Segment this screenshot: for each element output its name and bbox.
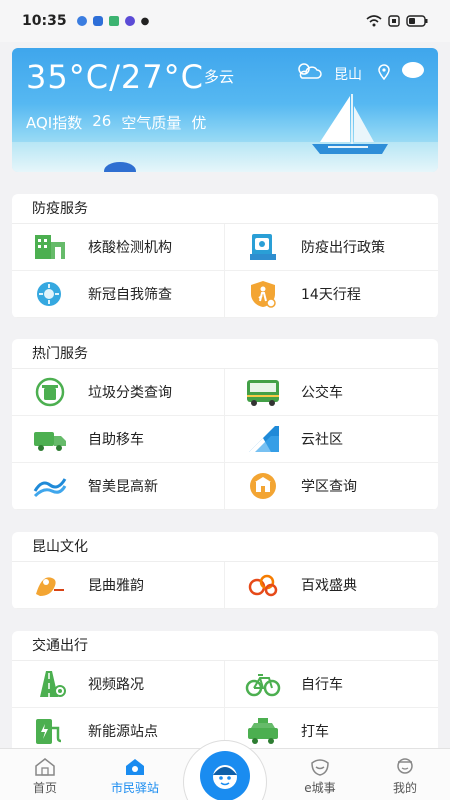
service-item-kunqu-opera[interactable]: 昆曲雅韵 (12, 562, 225, 609)
service-item-garbage-sorting[interactable]: 垃圾分类查询 (12, 369, 225, 416)
travel-shield-icon (245, 279, 281, 309)
air-quality-label: 空气质量 (121, 114, 182, 132)
bicycle-icon (245, 669, 281, 699)
tab-label: 市民驿站 (110, 781, 159, 795)
cloudy-icon (298, 63, 322, 79)
air-quality-value: 优 (191, 114, 207, 132)
service-item-self-screening[interactable]: 新冠自我筛查 (12, 271, 225, 318)
service-grid: 垃圾分类查询 公交车 自助移车 云社区 智美昆高新 学区查询 (12, 369, 438, 510)
service-label: 昆曲雅韵 (88, 578, 144, 594)
profile-icon (397, 758, 413, 774)
service-label: 打车 (301, 724, 329, 740)
service-label: 智美昆高新 (88, 479, 158, 495)
service-label: 14天行程 (301, 287, 361, 303)
service-item-bus[interactable]: 公交车 (225, 369, 438, 416)
service-label: 公交车 (301, 385, 343, 401)
sim-icon (388, 15, 400, 27)
weather-condition: 多云 (204, 68, 235, 86)
service-grid: 核酸检测机构 防疫出行政策 新冠自我筛查 14天行程 (12, 224, 438, 318)
ecity-icon (311, 759, 329, 776)
charging-icon (32, 716, 68, 746)
section-popular-services: 热门服务 垃圾分类查询 公交车 自助移车 云社区 智美昆高新 学区查询 (12, 339, 438, 510)
building-icon (32, 232, 68, 262)
tab-profile[interactable]: 我的 (370, 749, 440, 800)
service-item-video-traffic[interactable]: 视频路况 (12, 661, 225, 708)
service-item-move-car[interactable]: 自助移车 (12, 416, 225, 463)
service-label: 自行车 (301, 677, 343, 693)
status-bar: 10:35 ● (0, 0, 450, 42)
aqi-row: AQI指数 26 空气质量 优 (26, 112, 206, 133)
opera-icon (32, 570, 68, 600)
service-item-zhimei-kungaoxin[interactable]: 智美昆高新 (12, 463, 225, 510)
section-title: 昆山文化 (12, 532, 438, 562)
city-name[interactable]: 昆山 (334, 64, 362, 84)
service-item-cloud-community[interactable]: 云社区 (225, 416, 438, 463)
app-notify-icon (92, 16, 103, 26)
notification-icons: ● (76, 15, 150, 27)
station-icon (126, 759, 144, 775)
service-label: 新冠自我筛查 (88, 287, 172, 303)
tab-label: 首页 (32, 781, 57, 795)
service-item-bicycle[interactable]: 自行车 (225, 661, 438, 708)
play-notify-icon (108, 16, 119, 26)
virus-icon (32, 279, 68, 309)
app-notify-icon (76, 16, 87, 26)
more-dot-icon: ● (140, 15, 150, 27)
aqi-label: AQI指数 (26, 114, 83, 132)
service-label: 百戏盛典 (301, 578, 357, 594)
home-icon (35, 758, 55, 776)
service-grid: 昆曲雅韵 百戏盛典 (12, 562, 438, 609)
tab-citizen-station[interactable]: 市民驿站 (100, 749, 170, 800)
status-right (366, 15, 428, 27)
wave-logo-icon (32, 471, 68, 501)
service-item-travel-policy[interactable]: 防疫出行政策 (225, 224, 438, 271)
policy-doc-icon (245, 232, 281, 262)
service-label: 学区查询 (301, 479, 357, 495)
bus-icon (245, 377, 281, 407)
moon-icon (402, 62, 424, 78)
truck-icon (32, 424, 68, 454)
road-camera-icon (32, 669, 68, 699)
tab-label: e城事 (304, 781, 336, 795)
app-notify-icon (124, 16, 135, 26)
assistant-avatar-icon (200, 751, 250, 800)
service-item-school-district[interactable]: 学区查询 (225, 463, 438, 510)
service-label: 自助移车 (88, 432, 144, 448)
aqi-value: 26 (92, 112, 112, 130)
sailboat-illustration (312, 94, 388, 154)
service-label: 防疫出行政策 (301, 240, 385, 256)
section-title: 防疫服务 (12, 194, 438, 224)
section-kunshan-culture: 昆山文化 昆曲雅韵 百戏盛典 (12, 532, 438, 609)
section-transportation: 交通出行 视频路况 自行车 新能源站点 打车 (12, 631, 438, 755)
recycle-bin-icon (32, 377, 68, 407)
section-epidemic-services: 防疫服务 核酸检测机构 防疫出行政策 新冠自我筛查 14天行程 (12, 194, 438, 318)
service-label: 核酸检测机构 (88, 240, 172, 256)
cloud-community-icon (245, 424, 281, 454)
weather-banner[interactable]: 35°C/27°C 多云 昆山 AQI指数 26 空气质量 优 (12, 48, 438, 172)
taxi-icon (245, 716, 281, 746)
wifi-icon (366, 15, 382, 27)
section-title: 交通出行 (12, 631, 438, 661)
service-item-nucleic-test[interactable]: 核酸检测机构 (12, 224, 225, 271)
temperature-range: 35°C/27°C (26, 58, 204, 96)
service-item-baixi-festival[interactable]: 百戏盛典 (225, 562, 438, 609)
service-item-14-day-trip[interactable]: 14天行程 (225, 271, 438, 318)
cloud-pattern-icon (245, 570, 281, 600)
status-time: 10:35 (22, 13, 67, 29)
service-label: 新能源站点 (88, 724, 158, 740)
school-icon (245, 471, 281, 501)
service-label: 视频路况 (88, 677, 144, 693)
section-title: 热门服务 (12, 339, 438, 369)
service-label: 云社区 (301, 432, 343, 448)
tab-e-city[interactable]: e城事 (285, 749, 355, 800)
location-pin-icon (378, 64, 390, 80)
service-label: 垃圾分类查询 (88, 385, 172, 401)
tab-home[interactable]: 首页 (10, 749, 80, 800)
battery-icon (406, 15, 428, 27)
tab-label: 我的 (392, 781, 417, 795)
